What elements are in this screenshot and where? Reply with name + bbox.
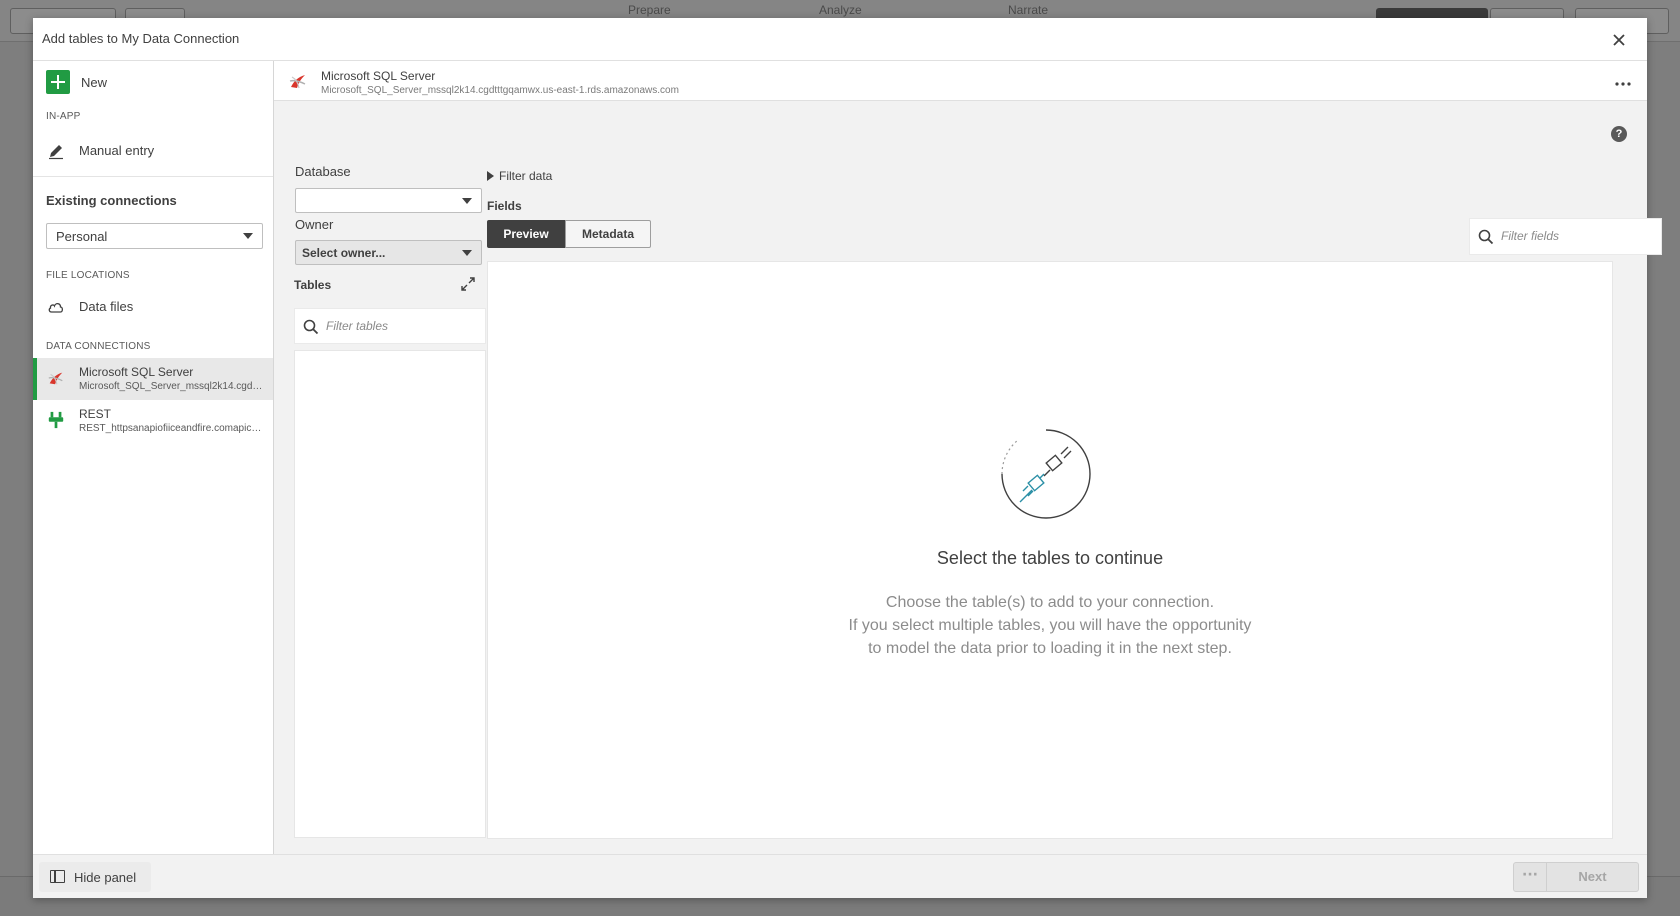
search-icon <box>1478 229 1494 245</box>
database-select[interactable] <box>295 188 482 213</box>
tables-list[interactable] <box>294 350 486 838</box>
background-tab-prepare: Prepare <box>628 3 671 17</box>
in-app-section-label: IN-APP <box>46 111 81 122</box>
plug-connect-icon <box>1001 429 1091 519</box>
dialog-title: Add tables to My Data Connection <box>42 31 240 46</box>
owner-select-value: Select owner... <box>302 246 386 260</box>
help-icon[interactable]: ? <box>1611 126 1627 142</box>
next-button[interactable]: Next <box>1547 862 1639 892</box>
manual-entry-label: Manual entry <box>79 143 155 158</box>
connection-header-name: Microsoft SQL Server <box>321 69 436 83</box>
data-files-label: Data files <box>79 299 134 314</box>
tab-metadata[interactable]: Metadata <box>565 220 651 248</box>
hide-panel-label: Hide panel <box>74 870 137 885</box>
more-options-button[interactable] <box>1613 75 1633 87</box>
owner-select[interactable]: Select owner... <box>295 240 482 265</box>
data-connections-section-label: DATA CONNECTIONS <box>46 341 151 352</box>
empty-state-line: Choose the table(s) to add to your conne… <box>885 594 1215 611</box>
tables-title: Tables <box>294 278 332 292</box>
connection-name: REST <box>79 407 112 421</box>
close-button[interactable] <box>1609 30 1629 50</box>
footer-more-button[interactable]: ··· <box>1513 862 1547 892</box>
source-sidebar: New IN-APP Manual entry Existing connect… <box>33 61 274 854</box>
filter-tables-placeholder: Filter tables <box>326 319 389 333</box>
cloud-icon <box>48 303 64 313</box>
empty-state-line: If you select multiple tables, you will … <box>848 617 1252 634</box>
filter-fields-placeholder: Filter fields <box>1501 229 1560 243</box>
filter-fields-input[interactable]: Filter fields <box>1469 218 1662 255</box>
plug-icon <box>48 411 64 429</box>
new-connection-button[interactable]: New <box>33 61 273 103</box>
filter-data-label: Filter data <box>499 169 553 183</box>
chevron-down-icon <box>462 250 472 256</box>
dialog-footer: Hide panel ··· Next <box>33 854 1647 898</box>
chevron-down-icon <box>243 233 253 239</box>
file-locations-section-label: FILE LOCATIONS <box>46 270 130 281</box>
fields-title: Fields <box>487 199 522 213</box>
plus-icon <box>46 70 70 94</box>
panel-icon <box>50 870 65 883</box>
empty-state-description: Choose the table(s) to add to your conne… <box>488 591 1612 660</box>
sidebar-item-manual-entry[interactable]: Manual entry <box>33 131 273 171</box>
tab-preview[interactable]: Preview <box>487 220 565 248</box>
connection-subtitle: REST_httpsanapiofiiceandfire.comapichara… <box>79 423 265 434</box>
space-select[interactable]: Personal <box>46 223 263 249</box>
close-icon <box>1613 34 1625 46</box>
owner-label: Owner <box>295 217 334 232</box>
filter-tables-input[interactable]: Filter tables <box>294 308 486 344</box>
sidebar-item-sql-server[interactable]: Microsoft SQL Server Microsoft_SQL_Serve… <box>33 358 273 400</box>
expand-icon[interactable] <box>459 275 477 293</box>
sidebar-divider <box>33 176 273 177</box>
connection-header-subtitle: Microsoft_SQL_Server_mssql2k14.cgdtttgqa… <box>321 85 679 96</box>
existing-connections-title: Existing connections <box>46 193 177 208</box>
fields-preview-panel: Select the tables to continue Choose the… <box>487 261 1613 839</box>
background-tab-analyze: Analyze <box>819 3 862 17</box>
empty-state-line: to model the data prior to loading it in… <box>868 640 1232 657</box>
chevron-down-icon <box>462 198 472 204</box>
more-horizontal-icon <box>1615 82 1631 86</box>
sql-server-icon <box>289 75 306 89</box>
connection-subtitle: Microsoft_SQL_Server_mssql2k14.cgdtttgqa… <box>79 381 265 392</box>
new-connection-label: New <box>81 75 108 90</box>
empty-state-title: Select the tables to continue <box>936 548 1164 568</box>
background-tab-narrate: Narrate <box>1008 3 1049 17</box>
add-tables-dialog: Add tables to My Data Connection New IN-… <box>33 18 1662 898</box>
connection-name: Microsoft SQL Server <box>79 365 194 379</box>
caret-right-icon <box>487 171 494 181</box>
pencil-icon <box>49 145 63 160</box>
sidebar-item-rest[interactable]: REST REST_httpsanapiofiiceandfire.comapi… <box>33 400 273 442</box>
database-label: Database <box>295 164 351 179</box>
hide-panel-button[interactable]: Hide panel <box>39 862 151 892</box>
search-icon <box>303 319 319 335</box>
sql-server-icon <box>48 372 63 385</box>
connection-header: Microsoft SQL Server Microsoft_SQL_Serve… <box>274 61 1647 101</box>
dialog-header: Add tables to My Data Connection <box>33 18 1647 61</box>
filter-data-toggle[interactable]: Filter data <box>487 169 552 183</box>
sidebar-item-data-files[interactable]: Data files <box>33 287 273 327</box>
space-select-value: Personal <box>56 229 108 244</box>
main-area: Microsoft SQL Server Microsoft_SQL_Serve… <box>274 61 1662 854</box>
